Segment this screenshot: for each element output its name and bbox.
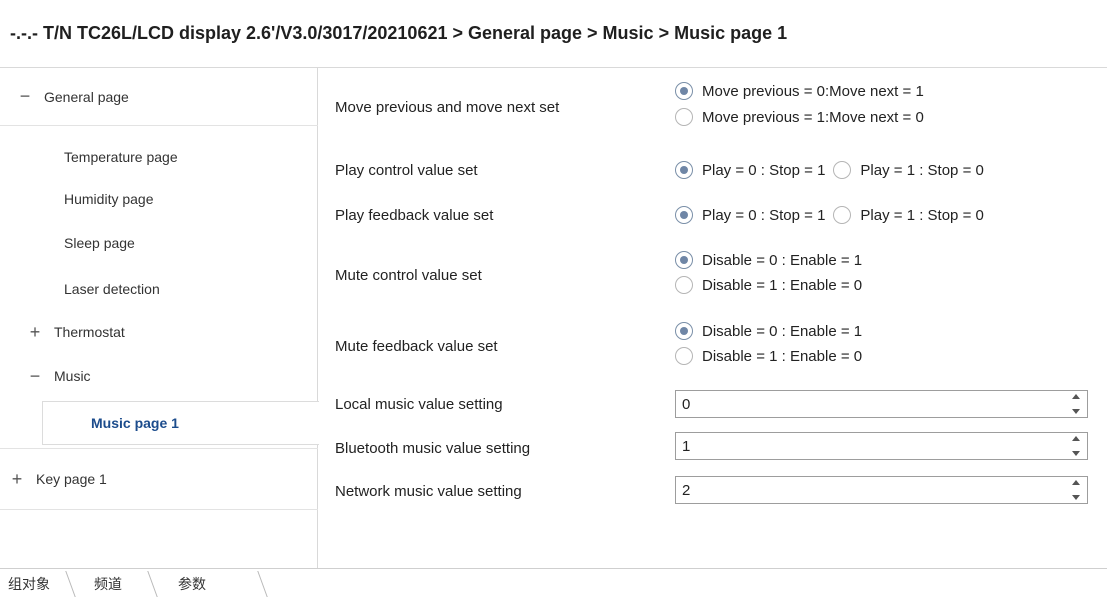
spin-down-icon[interactable]: [1072, 409, 1080, 414]
radio-unselected-icon[interactable]: [833, 161, 852, 179]
spin-up-icon[interactable]: [1072, 394, 1080, 399]
radio-label: Play = 1 : Stop = 0: [860, 161, 984, 179]
radio-option[interactable]: Disable = 1 : Enable = 0: [675, 274, 862, 296]
radio-label: Move previous = 1:Move next = 0: [702, 108, 924, 126]
radio-selected-icon[interactable]: [675, 82, 693, 100]
radio-option[interactable]: Disable = 0 : Enable = 1: [675, 249, 862, 271]
sidebar-item-label: Thermostat: [54, 324, 125, 340]
expand-icon[interactable]: +: [28, 322, 42, 343]
local-music-stepper[interactable]: [675, 390, 1088, 418]
param-label: Move previous and move next set: [335, 99, 560, 116]
radio-unselected-icon[interactable]: [675, 347, 693, 365]
sidebar-item-temperature-page[interactable]: Temperature page: [0, 136, 318, 178]
sidebar-item-music-page-1[interactable]: Music page 1: [42, 401, 319, 445]
sidebar-item-label: Key page 1: [36, 471, 107, 487]
param-label: Play control value set: [335, 162, 478, 179]
sidebar-item-sleep-page[interactable]: Sleep page: [0, 222, 318, 264]
sidebar-item-laser-detection[interactable]: Laser detection: [0, 268, 318, 310]
param-label: Local music value setting: [335, 396, 503, 413]
radio-selected-icon[interactable]: [675, 161, 693, 179]
local-music-input[interactable]: [676, 392, 1056, 416]
radio-label: Move previous = 0:Move next = 1: [702, 82, 924, 100]
radio-selected-icon[interactable]: [675, 322, 693, 340]
radio-group-play-control: Play = 0 : Stop = 1 Play = 1 : Stop = 0: [675, 159, 992, 181]
sidebar-item-key-page-1[interactable]: + Key page 1: [0, 448, 318, 510]
radio-option[interactable]: Disable = 1 : Enable = 0: [675, 345, 862, 367]
radio-label: Play = 0 : Stop = 1: [702, 206, 826, 224]
radio-option[interactable]: Move previous = 1:Move next = 0: [675, 106, 924, 128]
tab-divider: [65, 571, 76, 597]
radio-selected-icon[interactable]: [675, 206, 693, 224]
radio-label: Disable = 1 : Enable = 0: [702, 276, 863, 294]
bluetooth-music-input[interactable]: [676, 434, 1056, 458]
tab-divider: [257, 571, 268, 597]
spin-up-icon[interactable]: [1072, 480, 1080, 485]
sidebar-item-music[interactable]: − Music: [0, 355, 318, 397]
radio-option[interactable]: Move previous = 0:Move next = 1: [675, 80, 924, 102]
sidebar-item-label: Humidity page: [64, 191, 154, 207]
spin-buttons: [1069, 436, 1083, 456]
param-label: Mute control value set: [335, 267, 482, 284]
network-music-input[interactable]: [676, 478, 1056, 502]
sidebar-item-thermostat[interactable]: + Thermostat: [0, 311, 318, 353]
radio-unselected-icon[interactable]: [675, 108, 693, 126]
tab-channels[interactable]: 频道: [94, 573, 122, 595]
spin-down-icon[interactable]: [1072, 495, 1080, 500]
sidebar-item-label: Laser detection: [64, 281, 160, 297]
parameter-panel: Move previous and move next set Move pre…: [319, 68, 1107, 568]
radio-option[interactable]: Disable = 0 : Enable = 1: [675, 320, 862, 342]
radio-group-move: Move previous = 0:Move next = 1 Move pre…: [675, 80, 924, 128]
radio-unselected-icon[interactable]: [833, 206, 852, 224]
network-music-stepper[interactable]: [675, 476, 1088, 504]
spin-down-icon[interactable]: [1072, 451, 1080, 456]
spin-up-icon[interactable]: [1072, 436, 1080, 441]
radio-label: Play = 1 : Stop = 0: [860, 206, 984, 224]
app-window: -.-.- T/N TC26L/LCD display 2.6'/V3.0/30…: [0, 0, 1107, 598]
expand-icon[interactable]: +: [10, 469, 24, 490]
spin-buttons: [1069, 394, 1083, 414]
breadcrumb: -.-.- T/N TC26L/LCD display 2.6'/V3.0/30…: [0, 0, 1107, 68]
param-label: Play feedback value set: [335, 207, 494, 224]
sidebar-item-general-page[interactable]: − General page: [0, 68, 318, 126]
tab-group-objects[interactable]: 组对象: [8, 573, 50, 595]
radio-group-play-feedback: Play = 0 : Stop = 1 Play = 1 : Stop = 0: [675, 204, 992, 226]
tab-parameters[interactable]: 参数: [178, 573, 206, 595]
sidebar: − General page Temperature page Humidity…: [0, 68, 319, 568]
sidebar-item-humidity-page[interactable]: Humidity page: [0, 178, 318, 220]
sidebar-item-label: Temperature page: [64, 149, 178, 165]
param-label: Mute feedback value set: [335, 338, 498, 355]
radio-option[interactable]: Play = 0 : Stop = 1: [675, 204, 825, 226]
radio-option[interactable]: Play = 1 : Stop = 0: [833, 159, 984, 181]
sidebar-item-label: Music page 1: [91, 415, 179, 431]
radio-label: Play = 0 : Stop = 1: [702, 161, 826, 179]
tab-divider: [147, 571, 158, 597]
bluetooth-music-stepper[interactable]: [675, 432, 1088, 460]
radio-option[interactable]: Play = 0 : Stop = 1: [675, 159, 825, 181]
param-label: Network music value setting: [335, 483, 522, 500]
radio-label: Disable = 1 : Enable = 0: [702, 347, 863, 365]
param-label: Bluetooth music value setting: [335, 440, 531, 457]
collapse-icon[interactable]: −: [18, 86, 32, 107]
collapse-icon[interactable]: −: [28, 366, 42, 387]
radio-label: Disable = 0 : Enable = 1: [702, 322, 863, 340]
sidebar-item-label: Sleep page: [64, 235, 135, 251]
radio-group-mute-feedback: Disable = 0 : Enable = 1 Disable = 1 : E…: [675, 320, 862, 367]
sidebar-item-label: General page: [44, 88, 129, 105]
radio-option[interactable]: Play = 1 : Stop = 0: [833, 204, 984, 226]
radio-label: Disable = 0 : Enable = 1: [702, 251, 863, 269]
spin-buttons: [1069, 480, 1083, 500]
bottom-tab-bar: 组对象 频道 参数: [0, 568, 1107, 598]
sidebar-item-label: Music: [54, 368, 91, 384]
radio-unselected-icon[interactable]: [675, 276, 693, 294]
radio-group-mute-control: Disable = 0 : Enable = 1 Disable = 1 : E…: [675, 249, 862, 296]
radio-selected-icon[interactable]: [675, 251, 693, 269]
